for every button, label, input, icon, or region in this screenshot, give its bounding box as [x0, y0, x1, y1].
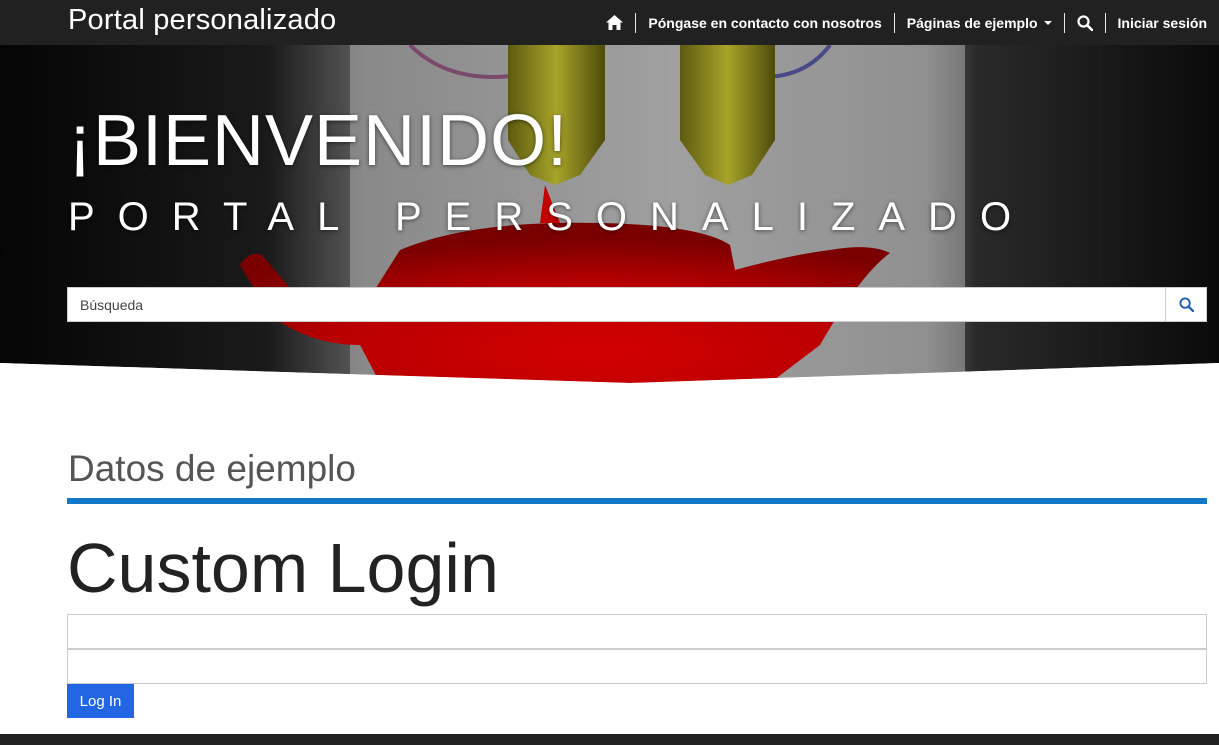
search-icon — [1178, 297, 1194, 312]
top-navbar: Portal personalizado Póngase en contacto… — [0, 0, 1219, 45]
nav-examples-dropdown[interactable]: Páginas de ejemplo — [895, 0, 1064, 45]
search-button[interactable] — [1165, 288, 1206, 321]
search-icon — [1076, 14, 1093, 31]
hero-subtitle: PORTAL PERSONALIZADO — [68, 195, 1035, 239]
search-input[interactable] — [68, 288, 1166, 321]
nav-examples-label: Páginas de ejemplo — [906, 14, 1038, 31]
page-title: Custom Login — [67, 529, 499, 607]
hero-title: ¡BIENVENIDO! — [68, 101, 569, 181]
hero-search-bar — [67, 287, 1207, 322]
nav-search[interactable] — [1065, 0, 1105, 45]
login-button[interactable]: Log In — [67, 684, 134, 718]
footer-bar — [0, 734, 1219, 745]
home-icon — [606, 15, 624, 30]
caret-down-icon — [1043, 20, 1052, 25]
section-divider — [67, 498, 1207, 504]
nav-sign-in[interactable]: Iniciar sesión — [1106, 0, 1219, 45]
nav-home[interactable] — [594, 0, 635, 45]
hero-banner: ¡BIENVENIDO! PORTAL PERSONALIZADO — [0, 45, 1219, 390]
nav-contact[interactable]: Póngase en contacto con nosotros — [636, 0, 893, 45]
section-heading: Datos de ejemplo — [68, 448, 356, 489]
password-field[interactable] — [67, 649, 1207, 684]
brand-title[interactable]: Portal personalizado — [68, 4, 336, 37]
nav-links: Póngase en contacto con nosotros Páginas… — [594, 0, 1219, 45]
username-field[interactable] — [67, 614, 1207, 649]
